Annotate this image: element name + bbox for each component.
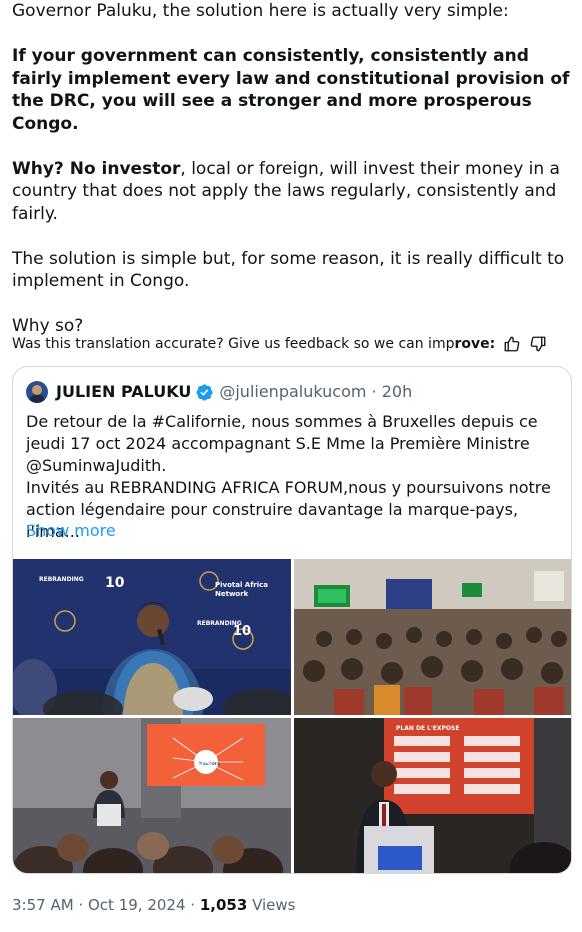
photo-speaker-forum[interactable]: REBRANDING 10 Pivotal Africa Network REB… bbox=[13, 559, 291, 715]
tweet-why-paragraph: Why? No investor, local or foreign, will… bbox=[12, 158, 574, 226]
svg-text:REBRANDING: REBRANDING bbox=[39, 576, 84, 583]
tweet-time[interactable]: 3:57 AM bbox=[12, 896, 74, 914]
svg-text:10: 10 bbox=[233, 624, 251, 639]
photo-sectors-presentation[interactable]: Sectors bbox=[13, 718, 291, 873]
photo-grid: REBRANDING 10 Pivotal Africa Network REB… bbox=[13, 559, 571, 873]
tweet-text: Governor Paluku, the solution here is ac… bbox=[12, 0, 574, 338]
thumbs-down-icon[interactable] bbox=[529, 335, 547, 353]
photo-plan-presentation[interactable]: PLAN DE L'EXPOSE bbox=[294, 718, 571, 873]
translation-feedback: Was this translation accurate? Give us f… bbox=[12, 334, 547, 354]
show-more-link[interactable]: Show more bbox=[26, 521, 116, 540]
svg-text:Network: Network bbox=[215, 590, 249, 598]
svg-text:PLAN DE L'EXPOSE: PLAN DE L'EXPOSE bbox=[396, 725, 459, 732]
quoted-tweet[interactable]: JULIEN PALUKU @julienpalukucom · 20h De … bbox=[12, 366, 572, 874]
views-label: Views bbox=[252, 896, 296, 914]
svg-text:10: 10 bbox=[105, 575, 125, 591]
quote-text-line-1: De retour de la #Californie, nous sommes… bbox=[26, 412, 538, 475]
tweet-bold-paragraph: If your government can consistently, con… bbox=[12, 46, 570, 134]
avatar[interactable] bbox=[26, 381, 48, 403]
tweet-why-bold: Why? No investor bbox=[12, 158, 181, 179]
thumbs-up-icon[interactable] bbox=[503, 335, 521, 353]
views-count: 1,053 bbox=[199, 896, 248, 914]
quote-author-handle[interactable]: @julienpalukucom · 20h bbox=[219, 382, 412, 402]
quote-header: JULIEN PALUKU @julienpalukucom · 20h bbox=[26, 381, 412, 403]
quote-author-name[interactable]: JULIEN PALUKU bbox=[56, 382, 191, 402]
photo-audience-hall[interactable] bbox=[294, 559, 571, 715]
verified-badge-icon bbox=[196, 383, 213, 401]
svg-text:Pivotal Africa: Pivotal Africa bbox=[215, 581, 268, 589]
feedback-text: Was this translation accurate? Give us f… bbox=[12, 336, 496, 352]
tweet-solution-paragraph: The solution is simple but, for some rea… bbox=[12, 248, 565, 292]
tweet-date[interactable]: Oct 19, 2024 bbox=[88, 896, 186, 914]
tweet-line-1: Governor Paluku, the solution here is ac… bbox=[12, 1, 509, 21]
tweet-meta: 3:57 AM · Oct 19, 2024 · 1,053 Views bbox=[12, 896, 296, 914]
